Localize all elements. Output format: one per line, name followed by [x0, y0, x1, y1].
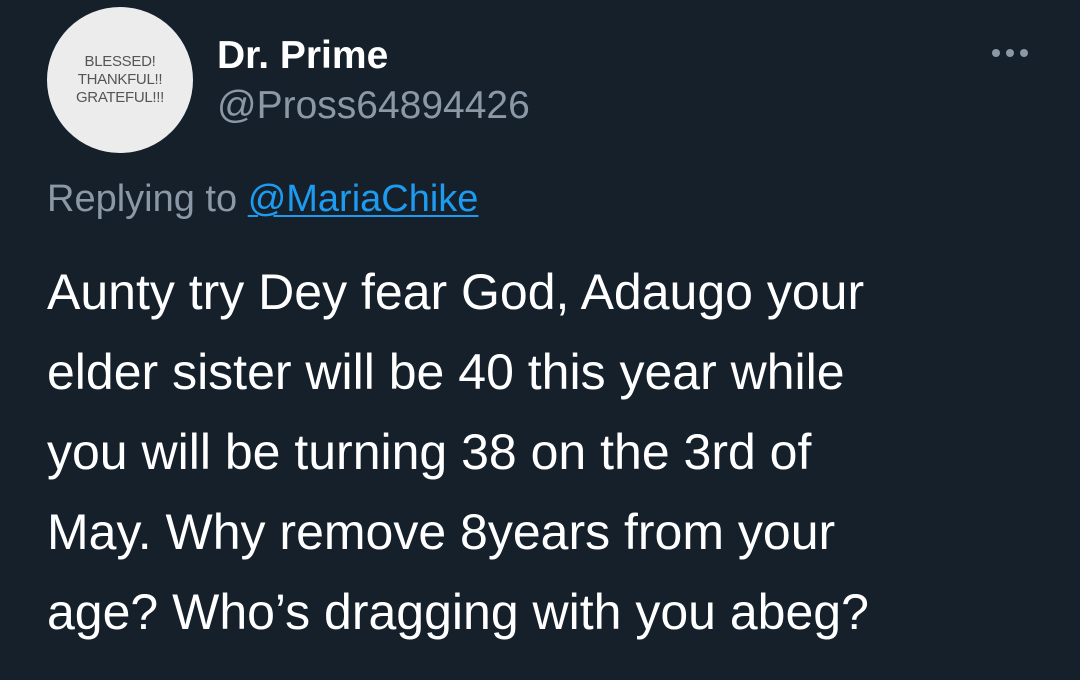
author-handle[interactable]: @Pross64894426 — [217, 84, 530, 128]
avatar-text-line: BLESSED! — [84, 53, 156, 70]
tweet-text-line: elder sister will be 40 this year while — [47, 344, 845, 400]
tweet-text-line: Aunty try Dey fear God, Adaugo your — [47, 264, 865, 320]
reply-target-link[interactable]: @MariaChike — [248, 178, 479, 220]
avatar[interactable]: BLESSED! THANKFUL!! GRATEFUL!!! — [47, 7, 193, 153]
tweet-text-line: May. Why remove 8years from your — [47, 504, 836, 560]
tweet-body: Aunty try Dey fear God, Adaugo your elde… — [47, 252, 1057, 652]
avatar-text-line: GRATEFUL!!! — [75, 89, 165, 106]
more-horizontal-icon — [992, 49, 1028, 57]
author-display-name[interactable]: Dr. Prime — [217, 34, 388, 78]
more-options-button[interactable] — [982, 38, 1038, 68]
replying-to-context: Replying to @MariaChike — [47, 176, 478, 222]
avatar-text-line: THANKFUL!! — [77, 71, 163, 88]
tweet-text-line: age? Who’s dragging with you abeg? — [47, 584, 869, 640]
tweet-card: BLESSED! THANKFUL!! GRATEFUL!!! Dr. Prim… — [0, 0, 1080, 680]
tweet-text-line: you will be turning 38 on the 3rd of — [47, 424, 812, 480]
replying-to-label: Replying to — [47, 178, 238, 220]
